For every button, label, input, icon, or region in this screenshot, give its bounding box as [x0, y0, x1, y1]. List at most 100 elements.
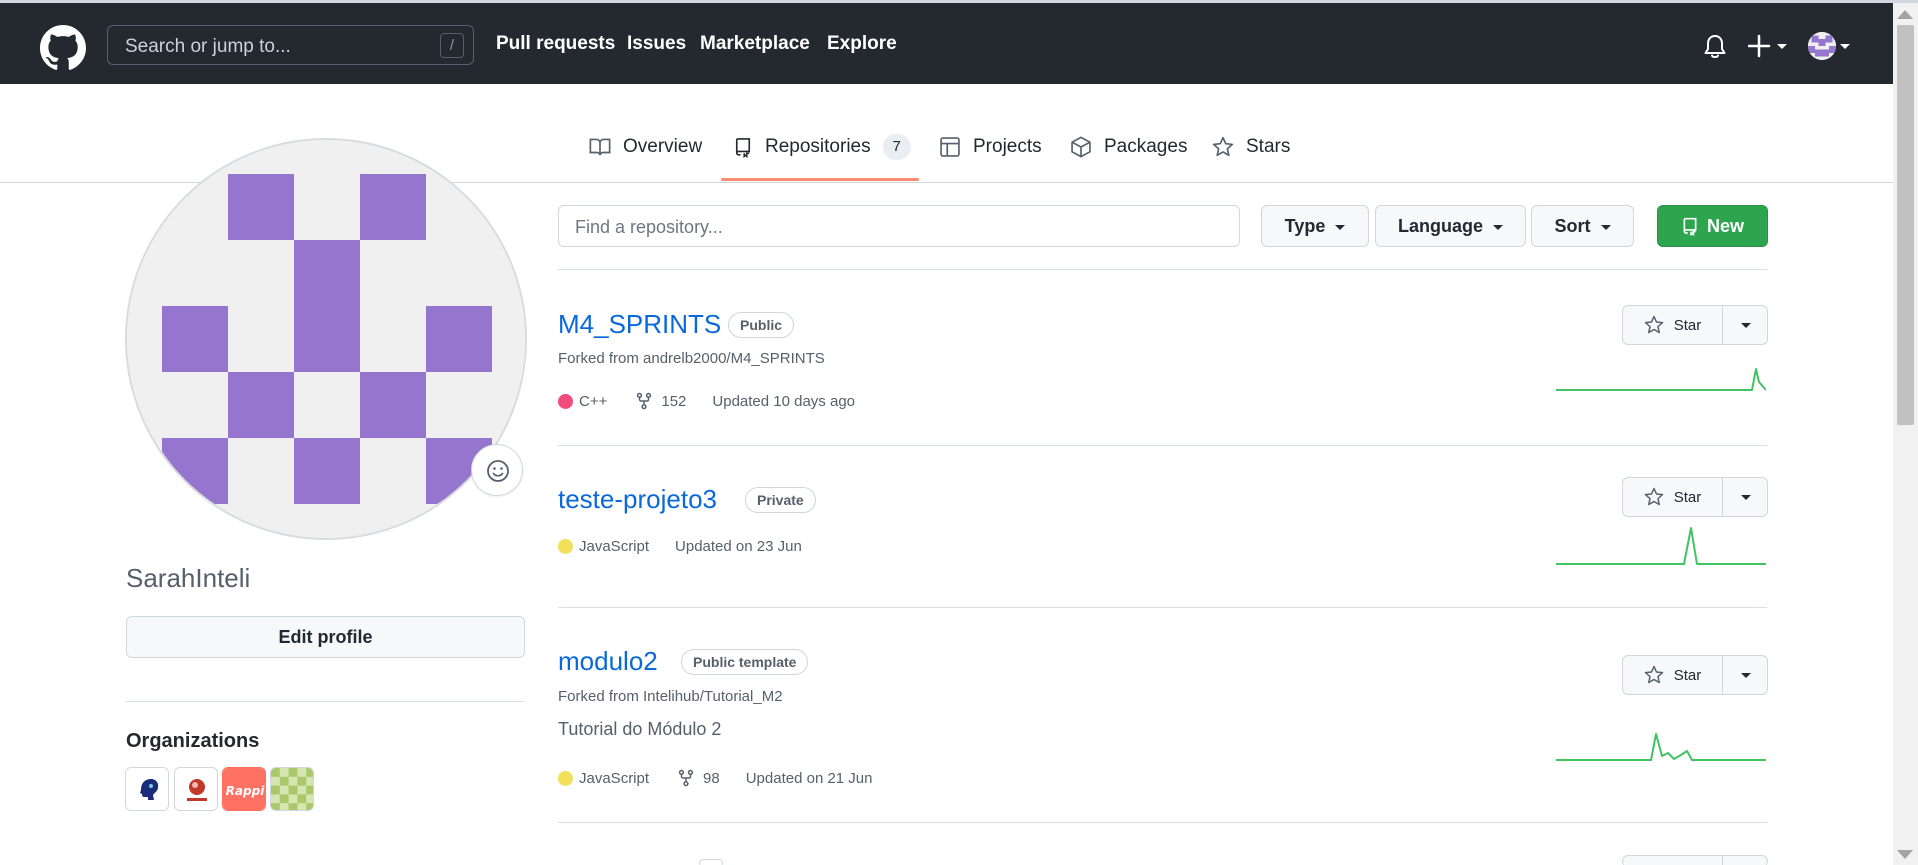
create-new-plus-icon[interactable] — [1748, 32, 1796, 62]
smiley-icon — [487, 460, 509, 482]
language-filter-label: Language — [1397, 215, 1483, 236]
edit-profile-button[interactable]: Edit profile — [126, 616, 525, 658]
scroll-up-arrow-icon[interactable] — [1897, 10, 1913, 19]
star-button[interactable]: Star — [1623, 656, 1723, 694]
new-repository-button[interactable]: New — [1657, 205, 1768, 247]
chevron-down-icon — [1335, 224, 1346, 230]
forked-from-text[interactable]: Forked from Intelihub/Tutorial_M2 — [558, 688, 783, 705]
nav-pull-requests[interactable]: Pull requests — [496, 33, 615, 55]
visibility-badge: Public — [728, 312, 795, 338]
repo-description: Tutorial do Módulo 2 — [558, 719, 722, 739]
repositories-count-badge: 7 — [882, 134, 911, 160]
identicon-image — [127, 140, 525, 538]
type-filter-button[interactable]: Type — [1261, 205, 1369, 247]
repo-icon — [1683, 217, 1697, 236]
scrollbar-thumb[interactable] — [1897, 25, 1914, 425]
forked-from-text[interactable]: Forked from andrelb2000/M4_SPRINTS — [558, 350, 825, 367]
star-list-dropdown[interactable] — [1723, 656, 1768, 694]
activity-sparkline — [1556, 733, 1766, 761]
star-label: Star — [1673, 488, 1702, 506]
type-filter-label: Type — [1284, 215, 1326, 236]
nav-explore[interactable]: Explore — [827, 33, 897, 55]
chevron-down-icon — [1740, 494, 1751, 500]
star-button-group: Star — [1622, 477, 1768, 517]
org-avatar-2[interactable] — [174, 767, 218, 811]
selected-tab-underline — [721, 178, 919, 181]
bell-icon[interactable] — [1703, 34, 1727, 60]
sort-filter-button[interactable]: Sort — [1531, 205, 1634, 247]
global-search-input[interactable]: Search or jump to... / — [107, 25, 474, 65]
avatar-caret-icon[interactable] — [1839, 43, 1851, 51]
find-repository-placeholder: Find a repository... — [575, 217, 723, 237]
list-divider — [558, 607, 1767, 608]
avatar-icon — [1808, 32, 1836, 60]
tab-stars[interactable]: Stars — [1212, 136, 1290, 182]
repo-meta: JavaScript Updated on 23 Jun — [558, 538, 802, 555]
star-button[interactable]: Star — [1623, 478, 1723, 516]
repo-meta: JavaScript 98 Updated on 21 Jun — [558, 768, 873, 788]
svg-text:Rappi: Rappi — [226, 784, 266, 798]
star-button[interactable]: Star — [1623, 306, 1723, 344]
chevron-down-icon — [1740, 672, 1751, 678]
tab-projects[interactable]: Projects — [939, 136, 1042, 182]
fork-count[interactable]: 152 — [661, 393, 686, 410]
user-avatar-menu[interactable] — [1808, 32, 1836, 60]
tab-repositories-label: Repositories — [765, 136, 871, 157]
fork-icon[interactable] — [677, 768, 695, 788]
tab-overview[interactable]: Overview — [589, 136, 702, 182]
chevron-down-icon — [1493, 224, 1503, 230]
repo-link-modulo2[interactable]: modulo2 — [558, 646, 658, 677]
profile-divider — [126, 701, 525, 702]
fork-icon[interactable] — [635, 391, 653, 411]
search-shortcut-key: / — [440, 33, 464, 58]
updated-text: Updated on 21 Jun — [745, 769, 873, 787]
visibility-badge-partial — [699, 859, 723, 865]
visibility-badge: Public template — [681, 649, 809, 675]
star-button[interactable] — [1623, 856, 1723, 865]
repo-link-teste-projeto3[interactable]: teste-projeto3 — [558, 484, 717, 515]
profile-avatar[interactable] — [125, 138, 527, 540]
language-color-dot — [558, 539, 573, 554]
star-list-dropdown[interactable] — [1723, 306, 1768, 344]
star-label: Star — [1673, 316, 1702, 334]
repo-language: JavaScript — [579, 769, 650, 787]
tab-packages[interactable]: Packages — [1070, 136, 1187, 182]
github-logo-icon[interactable] — [40, 25, 86, 71]
language-color-dot — [558, 770, 573, 786]
star-icon — [1212, 136, 1234, 157]
org-avatar-4[interactable] — [270, 767, 314, 811]
org-logo-rappi-icon: Rappi — [223, 768, 266, 810]
repo-language: JavaScript — [579, 538, 650, 555]
repo-language: C++ — [579, 392, 608, 410]
activity-sparkline — [1556, 368, 1766, 391]
repo-meta: C++ 152 Updated 10 days ago — [558, 391, 855, 411]
star-button-group: Star — [1622, 655, 1768, 695]
list-divider — [558, 269, 1767, 270]
org-logo-emblem-icon — [175, 768, 217, 810]
table-icon — [940, 137, 960, 157]
search-placeholder: Search or jump to... — [125, 36, 291, 57]
repo-link-m4-sprints[interactable]: M4_SPRINTS — [558, 309, 721, 340]
scroll-down-arrow-icon[interactable] — [1897, 850, 1913, 859]
find-repository-input[interactable]: Find a repository... — [558, 205, 1240, 247]
tab-repositories[interactable]: Repositories 7 — [733, 134, 911, 182]
organizations-heading: Organizations — [126, 730, 260, 752]
set-status-button[interactable] — [471, 444, 523, 496]
nav-marketplace[interactable]: Marketplace — [700, 33, 810, 55]
nav-issues[interactable]: Issues — [627, 33, 686, 55]
updated-text: Updated 10 days ago — [712, 392, 856, 410]
global-header: Search or jump to... / Pull requests Iss… — [0, 3, 1893, 84]
language-filter-button[interactable]: Language — [1375, 205, 1526, 247]
package-icon — [1071, 136, 1091, 158]
org-avatar-1[interactable] — [125, 767, 169, 811]
org-logo-head-icon — [126, 768, 168, 810]
fork-count[interactable]: 98 — [703, 770, 720, 787]
new-button-label: New — [1706, 215, 1744, 236]
star-list-dropdown[interactable] — [1723, 478, 1768, 516]
tab-projects-label: Projects — [973, 136, 1042, 157]
activity-sparkline — [1556, 527, 1766, 565]
chevron-down-icon — [1600, 224, 1611, 230]
language-color-dot — [558, 393, 573, 409]
tab-stars-label: Stars — [1246, 136, 1291, 157]
org-avatar-3[interactable]: Rappi — [222, 767, 266, 811]
